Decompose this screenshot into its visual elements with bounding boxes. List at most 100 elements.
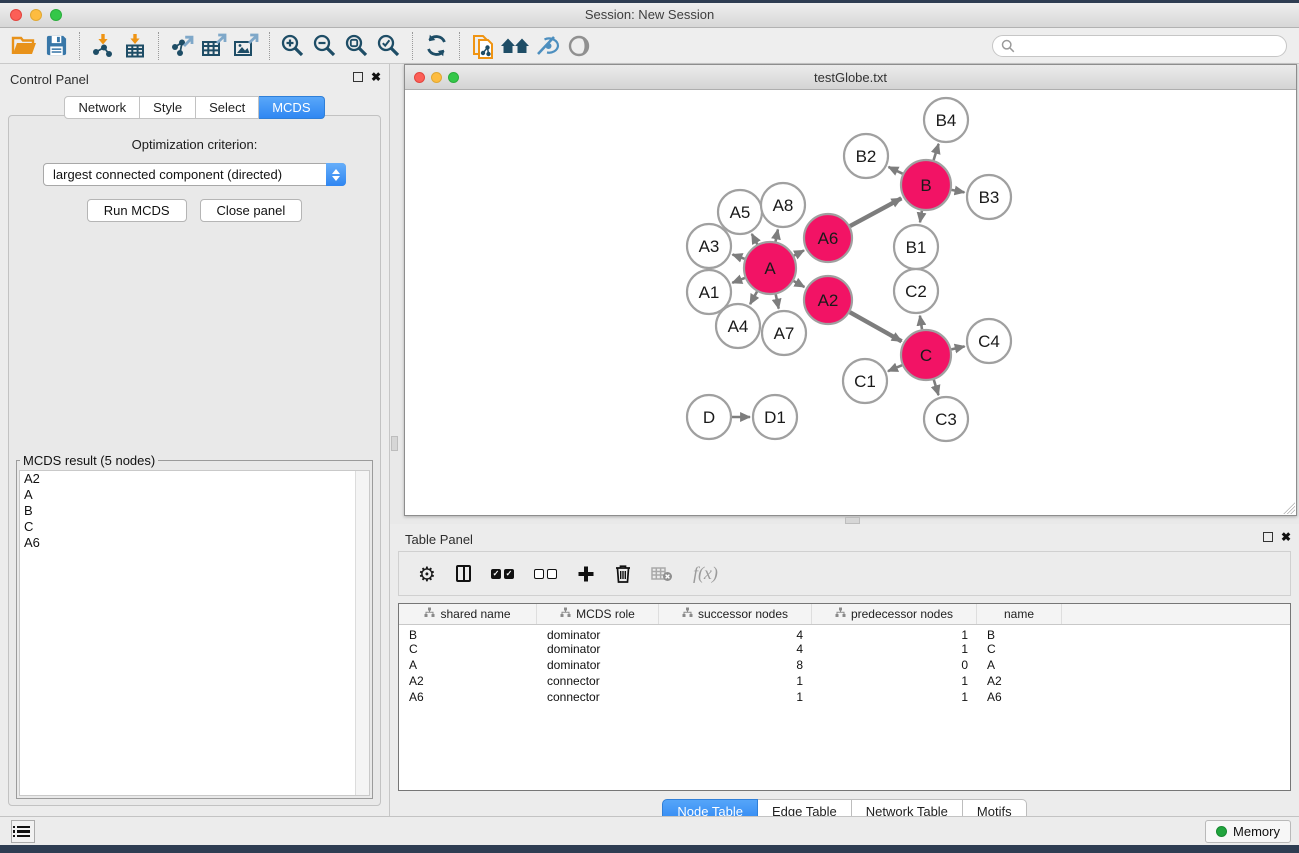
graph-node-C4[interactable]: C4 — [967, 319, 1011, 363]
table-cell[interactable]: 1 — [812, 641, 977, 657]
zoom-fit-icon[interactable] — [341, 31, 373, 61]
show-columns-icon[interactable] — [456, 565, 471, 582]
export-image-icon[interactable] — [230, 31, 262, 61]
graph-edge-A2-C[interactable] — [850, 312, 902, 341]
column-header-name[interactable]: name — [977, 604, 1062, 624]
table-cell[interactable]: 1 — [812, 673, 977, 689]
table-cell[interactable]: A2 — [399, 673, 537, 689]
graph-node-B4[interactable]: B4 — [924, 98, 968, 142]
hide-details-icon[interactable] — [531, 31, 563, 61]
graph-node-A6[interactable]: A6 — [804, 214, 852, 262]
tab-network[interactable]: Network — [64, 96, 140, 119]
table-cell[interactable]: dominator — [537, 641, 659, 657]
duplicate-network-icon[interactable] — [467, 31, 499, 61]
close-table-panel-icon[interactable]: ✖ — [1281, 532, 1291, 542]
import-network-icon[interactable] — [87, 31, 119, 61]
tab-style[interactable]: Style — [140, 96, 196, 119]
graph-node-A[interactable]: A — [744, 242, 796, 294]
table-cell[interactable]: 0 — [812, 657, 977, 673]
table-row[interactable]: A2connector11A2 — [399, 673, 1290, 689]
graph-node-A4[interactable]: A4 — [716, 304, 760, 348]
export-table-icon[interactable] — [198, 31, 230, 61]
add-row-icon[interactable] — [577, 565, 595, 583]
table-cell[interactable]: A6 — [399, 689, 537, 705]
select-all-icon[interactable]: ✓✓ — [491, 569, 514, 579]
graph-node-B1[interactable]: B1 — [894, 225, 938, 269]
graph-node-C1[interactable]: C1 — [843, 359, 887, 403]
graph-node-A5[interactable]: A5 — [718, 190, 762, 234]
table-cell[interactable]: 1 — [812, 689, 977, 705]
table-cell[interactable]: 1 — [659, 673, 812, 689]
delete-row-icon[interactable] — [615, 564, 631, 583]
graph-edge-C-C4[interactable] — [951, 346, 964, 349]
table-cell[interactable]: 1 — [812, 625, 977, 641]
close-panel-icon[interactable]: ✖ — [371, 72, 381, 82]
tab-mcds[interactable]: MCDS — [259, 96, 324, 119]
memory-button[interactable]: Memory — [1205, 820, 1291, 843]
graph-node-C[interactable]: C — [901, 330, 951, 380]
graph-node-A2[interactable]: A2 — [804, 276, 852, 324]
graph-edge-C-C3[interactable] — [934, 380, 939, 395]
graph-edge-B-B3[interactable] — [952, 190, 965, 192]
table-row[interactable]: A6connector11A6 — [399, 689, 1290, 705]
zoom-selected-icon[interactable] — [373, 31, 405, 61]
table-cell[interactable]: B — [977, 625, 1062, 641]
table-cell[interactable]: connector — [537, 689, 659, 705]
table-cell[interactable]: C — [399, 641, 537, 657]
result-item[interactable]: B — [20, 503, 369, 519]
run-mcds-button[interactable]: Run MCDS — [87, 199, 187, 222]
column-header-predecessor-nodes[interactable]: predecessor nodes — [812, 604, 977, 624]
table-options-gear-icon[interactable]: ⚙ — [418, 564, 436, 584]
table-cell[interactable]: 4 — [659, 641, 812, 657]
graph-edge-A-A6[interactable] — [794, 250, 804, 255]
table-row[interactable]: Bdominator41B — [399, 625, 1290, 641]
table-cell[interactable]: A6 — [977, 689, 1062, 705]
table-cell[interactable]: A — [399, 657, 537, 673]
graph-edge-A-A7[interactable] — [776, 294, 779, 308]
network-canvas[interactable]: AA1A2A3A4A5A6A7A8BB1B2B3B4CC1C2C3C4DD1 — [405, 90, 1296, 515]
graph-edge-A-A3[interactable] — [733, 255, 745, 259]
graph-edge-A-A4[interactable] — [750, 292, 757, 305]
tab-select[interactable]: Select — [196, 96, 259, 119]
home-icon[interactable] — [499, 31, 531, 61]
table-cell[interactable]: B — [399, 625, 537, 641]
graph-node-B3[interactable]: B3 — [967, 175, 1011, 219]
table-cell[interactable]: dominator — [537, 625, 659, 641]
table-cell[interactable]: A — [977, 657, 1062, 673]
table-cell[interactable]: connector — [537, 673, 659, 689]
refresh-icon[interactable] — [420, 31, 452, 61]
criterion-select[interactable]: largest connected component (directed) — [43, 163, 346, 186]
open-session-icon[interactable] — [8, 31, 40, 61]
table-cell[interactable]: 4 — [659, 625, 812, 641]
import-table-icon[interactable] — [119, 31, 151, 61]
save-session-icon[interactable] — [40, 31, 72, 61]
mcds-result-list[interactable]: A2ABCA6 — [19, 470, 370, 796]
graph-edge-A-A8[interactable] — [776, 230, 778, 242]
deselect-all-icon[interactable] — [534, 569, 557, 579]
graph-edge-A6-B[interactable] — [850, 198, 901, 226]
zoom-out-icon[interactable] — [309, 31, 341, 61]
result-item[interactable]: A2 — [20, 471, 369, 487]
network-window-titlebar[interactable]: testGlobe.txt — [405, 65, 1296, 90]
table-cell[interactable]: 1 — [659, 689, 812, 705]
graph-node-C2[interactable]: C2 — [894, 269, 938, 313]
column-header-MCDS-role[interactable]: MCDS role — [537, 604, 659, 624]
zoom-in-icon[interactable] — [277, 31, 309, 61]
graph-edge-C-C1[interactable] — [888, 365, 902, 371]
float-table-panel-icon[interactable] — [1263, 532, 1273, 542]
graph-edge-A-A2[interactable] — [794, 281, 805, 287]
table-row[interactable]: Cdominator41C — [399, 641, 1290, 657]
graph-edge-A-A5[interactable] — [752, 234, 758, 244]
table-row[interactable]: Adominator80A — [399, 657, 1290, 673]
table-cell[interactable]: dominator — [537, 657, 659, 673]
export-network-icon[interactable] — [166, 31, 198, 61]
resize-grip-icon[interactable] — [1282, 501, 1295, 514]
horizontal-splitter[interactable] — [390, 517, 1299, 524]
graph-node-D1[interactable]: D1 — [753, 395, 797, 439]
graph-node-A7[interactable]: A7 — [762, 311, 806, 355]
close-panel-button[interactable]: Close panel — [200, 199, 303, 222]
table-cell[interactable]: C — [977, 641, 1062, 657]
float-panel-icon[interactable] — [353, 72, 363, 82]
graph-edge-B-B2[interactable] — [889, 167, 903, 174]
graph-node-B2[interactable]: B2 — [844, 134, 888, 178]
